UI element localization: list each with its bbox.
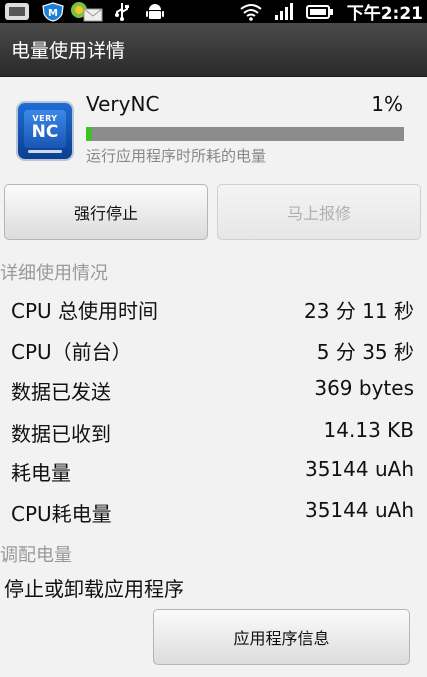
- wifi-icon: [240, 2, 262, 21]
- usage-progress-bar: [86, 127, 404, 141]
- battery-icon: [306, 2, 334, 21]
- svg-text:M: M: [48, 8, 58, 19]
- status-bar: M 下午2:21: [0, 0, 427, 24]
- detail-value-cpu-total: 23 分 11 秒: [304, 299, 414, 323]
- app-icon: VERY NC: [16, 101, 74, 161]
- signal-icon: [274, 2, 296, 21]
- detail-value-data-sent: 369 bytes: [314, 376, 414, 400]
- app-subtitle: 运行应用程序时所耗的电量: [86, 147, 267, 165]
- tuning-section-header: 调配电量: [0, 545, 72, 566]
- detail-label-data-received: 数据已收到: [11, 422, 111, 446]
- usage-progress-fill: [86, 127, 92, 141]
- shield-icon: M: [40, 1, 66, 22]
- detail-label-power-used: 耗电量: [11, 461, 71, 485]
- app-icon-logo-main: NC: [31, 122, 59, 142]
- detail-value-cpu-power: 35144 uAh: [304, 498, 414, 522]
- app-info-button[interactable]: 应用程序信息: [153, 609, 410, 665]
- stop-uninstall-text: 停止或卸载应用程序: [4, 577, 184, 601]
- usage-percent: 1%: [371, 92, 403, 116]
- report-button[interactable]: 马上报修: [217, 184, 421, 240]
- status-time: 下午2:21: [346, 4, 423, 24]
- details-section-header: 详细使用情况: [0, 263, 108, 284]
- force-stop-button[interactable]: 强行停止: [4, 184, 208, 240]
- detail-value-power-used: 35144 uAh: [304, 457, 414, 481]
- app-name: VeryNC: [86, 92, 160, 116]
- usb-icon: [112, 2, 132, 21]
- android-icon: [144, 2, 166, 21]
- detail-value-cpu-foreground: 5 分 35 秒: [316, 340, 414, 364]
- detail-label-cpu-foreground: CPU（前台）: [11, 340, 132, 364]
- mail-icon: [70, 2, 104, 22]
- detail-label-data-sent: 数据已发送: [11, 380, 111, 404]
- detail-value-data-received: 14.13 KB: [323, 418, 414, 442]
- detail-label-cpu-total: CPU 总使用时间: [11, 299, 159, 323]
- title-bar: 电量使用详情: [0, 23, 427, 77]
- page-title: 电量使用详情: [11, 40, 126, 62]
- detail-label-cpu-power: CPU耗电量: [11, 502, 112, 526]
- notification-icon: [2, 2, 32, 21]
